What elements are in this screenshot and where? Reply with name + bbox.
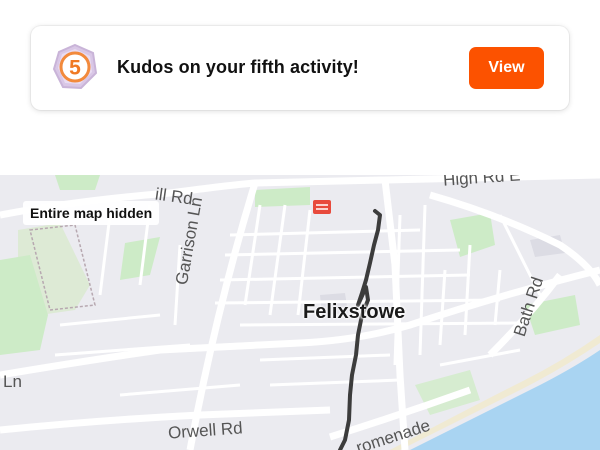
kudos-message: Kudos on your fifth activity! (117, 57, 359, 77)
park-area (55, 175, 100, 190)
route-map[interactable]: Entire map hidden High Rd E ill Rd Garri… (0, 175, 600, 450)
road-label-ln: Ln (3, 372, 22, 391)
park-area (255, 187, 310, 207)
map-hidden-label: Entire map hidden (23, 201, 160, 225)
activity-milestone-badge-icon: 5 (52, 43, 98, 90)
view-button[interactable]: View (469, 47, 544, 89)
town-label: Felixstowe (303, 301, 406, 323)
kudos-notification-card: 5 Kudos on your fifth activity! View (31, 26, 569, 110)
train-station-icon (313, 200, 331, 214)
badge-number: 5 (69, 57, 81, 80)
